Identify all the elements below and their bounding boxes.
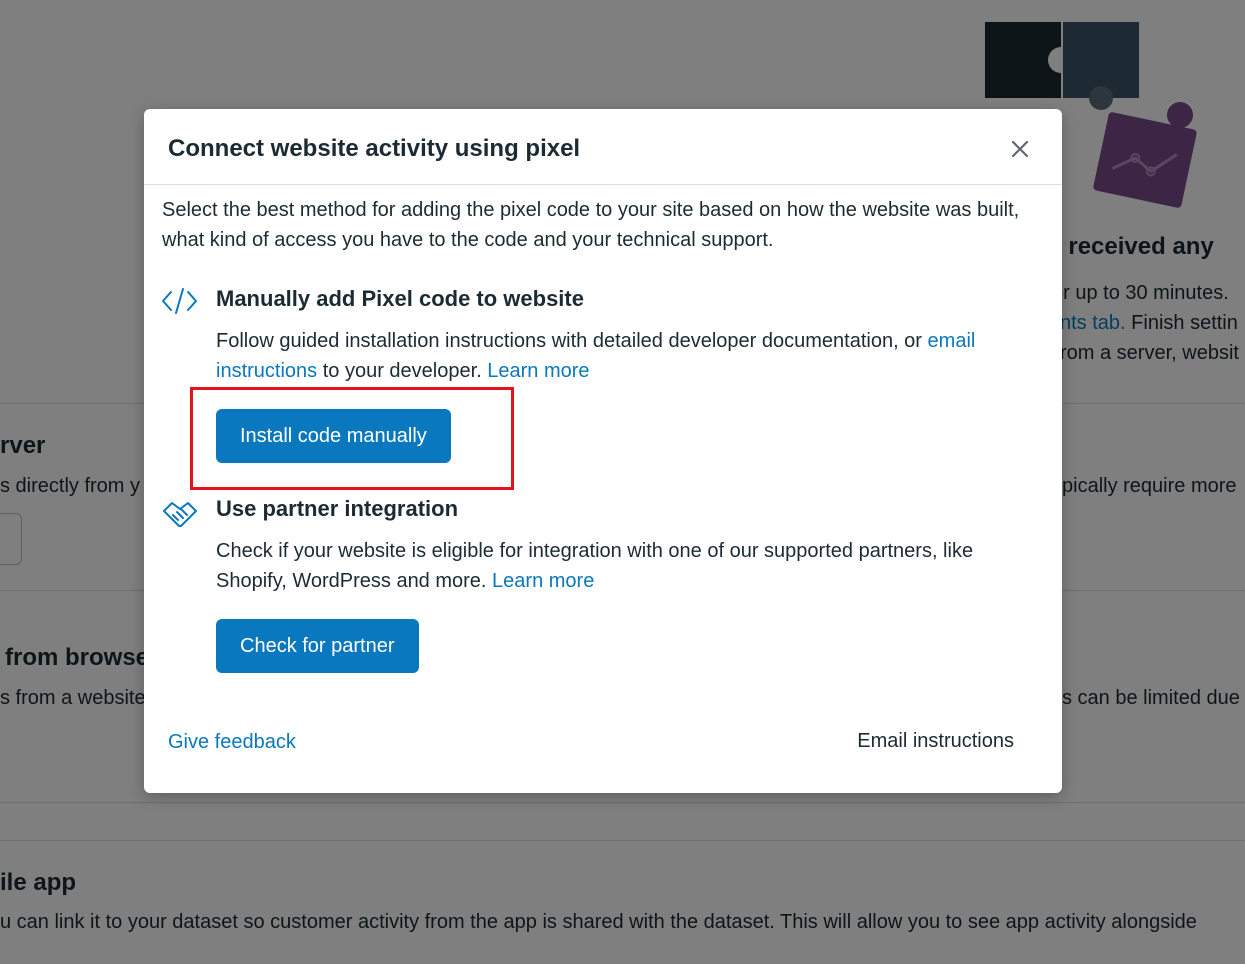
partner-learn-more-link[interactable]: Learn more xyxy=(492,570,594,592)
connect-pixel-dialog: Connect website activity using pixel Sel… xyxy=(144,109,1062,793)
check-for-partner-button[interactable]: Check for partner xyxy=(216,619,419,673)
dialog-divider xyxy=(144,184,1062,185)
manual-option-desc: Follow guided installation instructions … xyxy=(216,326,1016,386)
dialog-title: Connect website activity using pixel xyxy=(168,135,581,162)
partner-option-desc: Check if your website is eligible for in… xyxy=(216,536,1016,596)
email-instructions-button[interactable]: Email instructions xyxy=(857,730,1014,753)
dialog-intro: Select the best method for adding the pi… xyxy=(162,199,1020,251)
close-button[interactable] xyxy=(1002,133,1038,165)
give-feedback-link[interactable]: Give feedback xyxy=(168,731,296,754)
close-icon xyxy=(1011,140,1029,158)
handshake-icon xyxy=(163,502,197,527)
code-icon xyxy=(162,288,197,314)
manual-option-title: Manually add Pixel code to website xyxy=(216,286,584,311)
manual-desc-text: Follow guided installation instructions … xyxy=(216,330,928,352)
partner-option-title: Use partner integration xyxy=(216,496,459,521)
manual-desc-text-after: to your developer. xyxy=(317,360,488,382)
manual-learn-more-link[interactable]: Learn more xyxy=(487,360,589,382)
partner-desc-text: Check if your website is eligible for in… xyxy=(216,540,974,592)
install-code-manually-button[interactable]: Install code manually xyxy=(216,409,451,463)
